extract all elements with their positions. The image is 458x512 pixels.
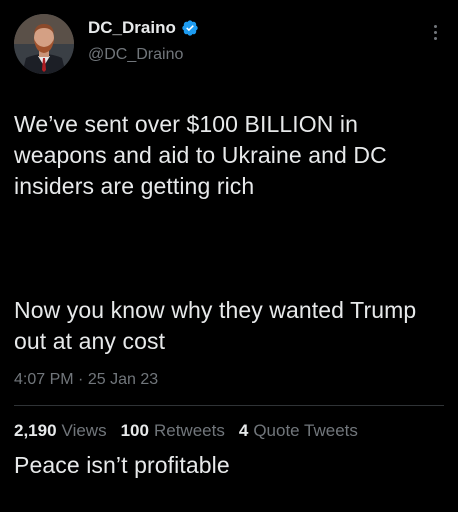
more-options-icon[interactable]	[432, 20, 438, 40]
tweet-paragraph: Peace isn’t profitable	[14, 452, 230, 478]
tweet-text: We’ve sent over $100 BILLION in weapons …	[14, 78, 444, 512]
retweets-label: Retweets	[153, 421, 225, 440]
author-handle[interactable]: @DC_Draino	[88, 45, 183, 65]
tweet-paragraph: Now you know why they wanted Trump out a…	[14, 297, 417, 354]
tweet-stats: 2,190 Views 100 Retweets 4 Quote Tweets	[14, 420, 358, 442]
views-label: Views	[61, 421, 107, 440]
views-count: 2,190	[14, 421, 57, 440]
tweet-paragraph: We’ve sent over $100 BILLION in weapons …	[14, 111, 387, 199]
divider	[14, 405, 444, 406]
quote-tweets-label: Quote Tweets	[253, 421, 358, 440]
tweet-timestamp[interactable]: 4:07 PM · 25 Jan 23	[14, 370, 158, 390]
tweet-time: 4:07 PM	[14, 371, 74, 388]
tweet-date: 25 Jan 23	[87, 371, 159, 388]
timestamp-separator: ·	[78, 371, 84, 388]
avatar[interactable]	[14, 14, 74, 74]
quote-tweets-count: 4	[238, 421, 249, 440]
author-display-name[interactable]: DC_Draino	[88, 17, 176, 39]
author-name-row: DC_Draino	[88, 16, 199, 40]
verified-badge-icon[interactable]	[181, 19, 199, 37]
retweets-stat[interactable]: 100 Retweets	[121, 420, 225, 442]
tweet-card: DC_Draino @DC_Draino We’ve sent over $10…	[0, 0, 458, 478]
views-stat: 2,190 Views	[14, 420, 107, 442]
quote-tweets-stat[interactable]: 4 Quote Tweets	[239, 420, 358, 442]
avatar-image	[14, 14, 74, 74]
retweets-count: 100	[120, 421, 149, 440]
